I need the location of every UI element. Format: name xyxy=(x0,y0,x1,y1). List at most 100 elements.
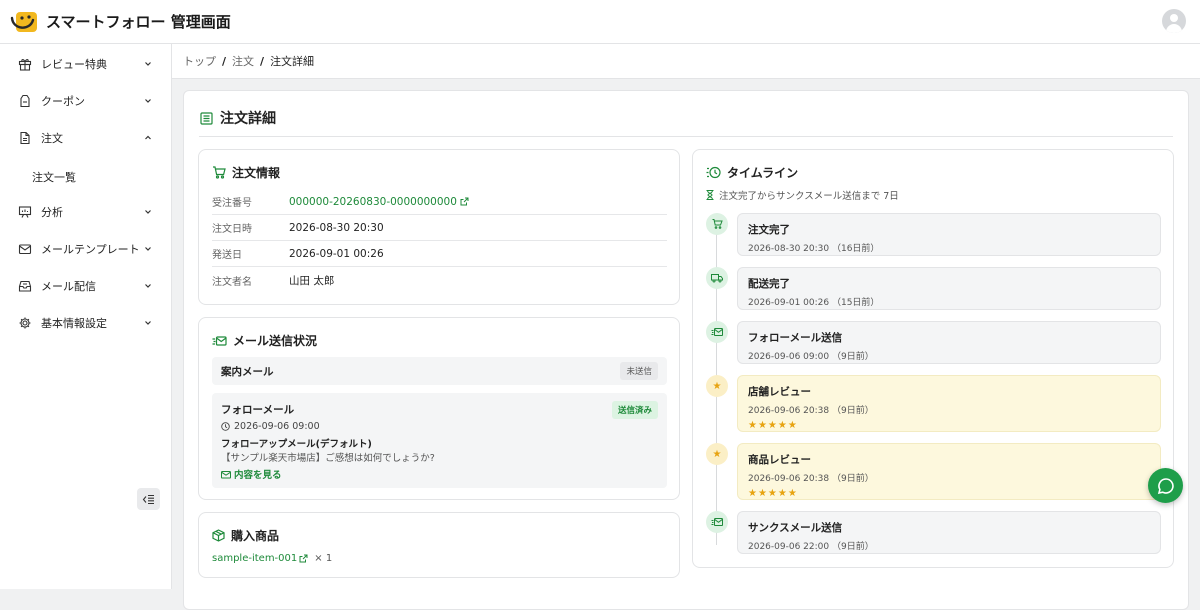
timeline-event: サンクスメール送信 2026-09-06 22:00 （9日前） xyxy=(737,511,1161,554)
panel-title: 購入商品 xyxy=(231,529,280,543)
panel-title: タイムライン xyxy=(727,166,799,180)
products-panel: 購入商品 sample-item-001 × 1 xyxy=(198,512,680,578)
follow-mail-title: フォローメール xyxy=(221,404,295,416)
chevron-down-icon xyxy=(143,281,153,291)
gift-icon xyxy=(18,57,32,71)
event-time: 2026-09-06 20:38 xyxy=(748,406,830,416)
sidebar-item-review-benefits[interactable]: レビュー特典 xyxy=(0,46,171,82)
mail-send-icon xyxy=(711,328,723,336)
event-time: 2026-08-30 20:30 xyxy=(748,244,830,254)
mail-open-icon xyxy=(221,470,231,478)
sidebar-item-analytics[interactable]: 分析 xyxy=(0,194,171,230)
sidebar-item-label: 基本情報設定 xyxy=(41,317,107,330)
sidebar-item-label: 分析 xyxy=(41,206,63,219)
field-label: 注文日時 xyxy=(212,224,252,235)
event-time: 2026-09-01 00:26 xyxy=(748,298,830,308)
customer-name-row: 注文者名 山田 太郎 xyxy=(212,267,667,293)
mail-icon xyxy=(18,242,32,256)
order-detail-card: 注文詳細 注文情報 受注番号 000000-20260830-000000000… xyxy=(183,90,1189,610)
external-link-icon xyxy=(460,197,469,206)
timeline-note-text: 注文完了からサンクスメール送信まで 7日 xyxy=(719,191,899,202)
logo-icon xyxy=(10,11,37,32)
follow-mail-time: 2026-09-06 09:00 xyxy=(234,421,320,432)
order-number-link[interactable]: 000000-20260830-0000000000 xyxy=(289,196,469,208)
app-title: スマートフォロー 管理画面 xyxy=(46,13,231,31)
chevron-down-icon xyxy=(143,59,153,69)
breadcrumb-top-link[interactable]: トップ xyxy=(183,53,216,69)
divider xyxy=(199,136,1173,137)
view-content-link[interactable]: 内容を見る xyxy=(221,467,282,481)
order-date-value: 2026-08-30 20:30 xyxy=(289,221,384,234)
ship-date-row: 発送日 2026-09-01 00:26 xyxy=(212,241,667,267)
follow-mail-template: フォローアップメール(デフォルト) xyxy=(221,439,372,450)
chevron-down-icon xyxy=(143,244,153,254)
field-label: 受注番号 xyxy=(212,198,252,209)
collapse-sidebar-icon xyxy=(142,494,154,504)
sidebar-item-mail-templates[interactable]: メールテンプレート xyxy=(0,231,171,267)
chat-button[interactable] xyxy=(1148,468,1183,503)
breadcrumb-separator: / xyxy=(222,54,227,68)
rating-stars: ★★★★★ xyxy=(748,420,798,431)
timeline-event: 商品レビュー 2026-09-06 20:38 （9日前） ★★★★★ xyxy=(737,443,1161,500)
presentation-chart-icon xyxy=(18,205,32,219)
chevron-down-icon xyxy=(143,207,153,217)
sidebar-item-orders[interactable]: 注文 xyxy=(0,120,171,156)
field-label: 注文者名 xyxy=(212,276,252,288)
timeline-note: 注文完了からサンクスメール送信まで 7日 xyxy=(706,188,899,202)
document-icon xyxy=(18,131,32,145)
timeline-event: 配送完了 2026-09-01 00:26 （15日前） xyxy=(737,267,1161,310)
event-ago: （9日前） xyxy=(831,406,874,416)
sidebar-item-label: レビュー特典 xyxy=(41,58,107,71)
guide-mail-row: 案内メール 未送信 xyxy=(212,357,667,385)
panel-title: メール送信状況 xyxy=(233,334,318,348)
truck-icon xyxy=(711,274,723,283)
event-time: 2026-09-06 09:00 xyxy=(748,352,830,362)
product-link[interactable]: sample-item-001 xyxy=(212,553,297,564)
sidebar-item-basic-settings[interactable]: 基本情報設定 xyxy=(0,305,171,341)
order-info-panel: 注文情報 受注番号 000000-20260830-0000000000 注文日… xyxy=(198,149,680,305)
sidebar-item-mail-delivery[interactable]: メール配信 xyxy=(0,268,171,304)
ship-date-value: 2026-09-01 00:26 xyxy=(289,247,384,260)
breadcrumb-orders-link[interactable]: 注文 xyxy=(232,53,254,69)
order-number-row: 受注番号 000000-20260830-0000000000 xyxy=(212,189,667,215)
event-ago: （9日前） xyxy=(831,474,874,484)
event-time: 2026-09-06 20:38 xyxy=(748,474,830,484)
breadcrumb-current: 注文詳細 xyxy=(270,55,315,68)
customer-name-value: 山田 太郎 xyxy=(289,274,335,287)
sidebar-item-label: 注文 xyxy=(41,132,63,145)
field-label: 発送日 xyxy=(212,250,242,261)
timeline-panel: タイムライン 注文完了からサンクスメール送信まで 7日 注文完了 2026-08… xyxy=(692,149,1174,568)
event-title: 配送完了 xyxy=(748,278,790,290)
sidebar: レビュー特典 クーポン 注文 注文一覧 分析 メールテンプレート メール配信 基… xyxy=(0,44,172,589)
chevron-down-icon xyxy=(143,318,153,328)
hourglass-icon xyxy=(706,190,714,200)
page-title: 注文詳細 xyxy=(220,111,276,127)
sidebar-item-coupons[interactable]: クーポン xyxy=(0,83,171,119)
rating-stars: ★★★★★ xyxy=(748,488,798,499)
view-content-label: 内容を見る xyxy=(234,470,282,481)
list-document-icon xyxy=(200,111,213,125)
sidebar-subitem-order-list[interactable]: 注文一覧 xyxy=(32,169,76,185)
event-ago: （16日前） xyxy=(831,244,880,254)
timeline-dot xyxy=(706,511,728,533)
event-title: フォローメール送信 xyxy=(748,332,843,344)
timeline-dot xyxy=(706,321,728,343)
chevron-up-icon xyxy=(143,133,153,143)
mail-status-panel: メール送信状況 案内メール 未送信 フォローメール 送信済み 2026-09-0… xyxy=(198,317,680,500)
sidebar-collapse-button[interactable] xyxy=(137,488,160,510)
event-title: サンクスメール送信 xyxy=(748,522,843,534)
timeline-dot xyxy=(706,267,728,289)
sidebar-item-label: メール配信 xyxy=(41,280,96,293)
avatar[interactable] xyxy=(1162,9,1186,33)
order-number-value: 000000-20260830-0000000000 xyxy=(289,195,457,208)
follow-mail-row: フォローメール 送信済み 2026-09-06 09:00 フォローアップメール… xyxy=(212,393,667,488)
mail-send-icon xyxy=(711,518,723,526)
history-icon xyxy=(706,166,721,179)
guide-mail-title: 案内メール xyxy=(221,365,274,378)
chevron-down-icon xyxy=(143,96,153,106)
timeline-event: 店舗レビュー 2026-09-06 20:38 （9日前） ★★★★★ xyxy=(737,375,1161,432)
event-title: 注文完了 xyxy=(748,224,790,236)
panel-title: 注文情報 xyxy=(232,166,281,180)
order-date-row: 注文日時 2026-08-30 20:30 xyxy=(212,215,667,241)
timeline-event: 注文完了 2026-08-30 20:30 （16日前） xyxy=(737,213,1161,256)
